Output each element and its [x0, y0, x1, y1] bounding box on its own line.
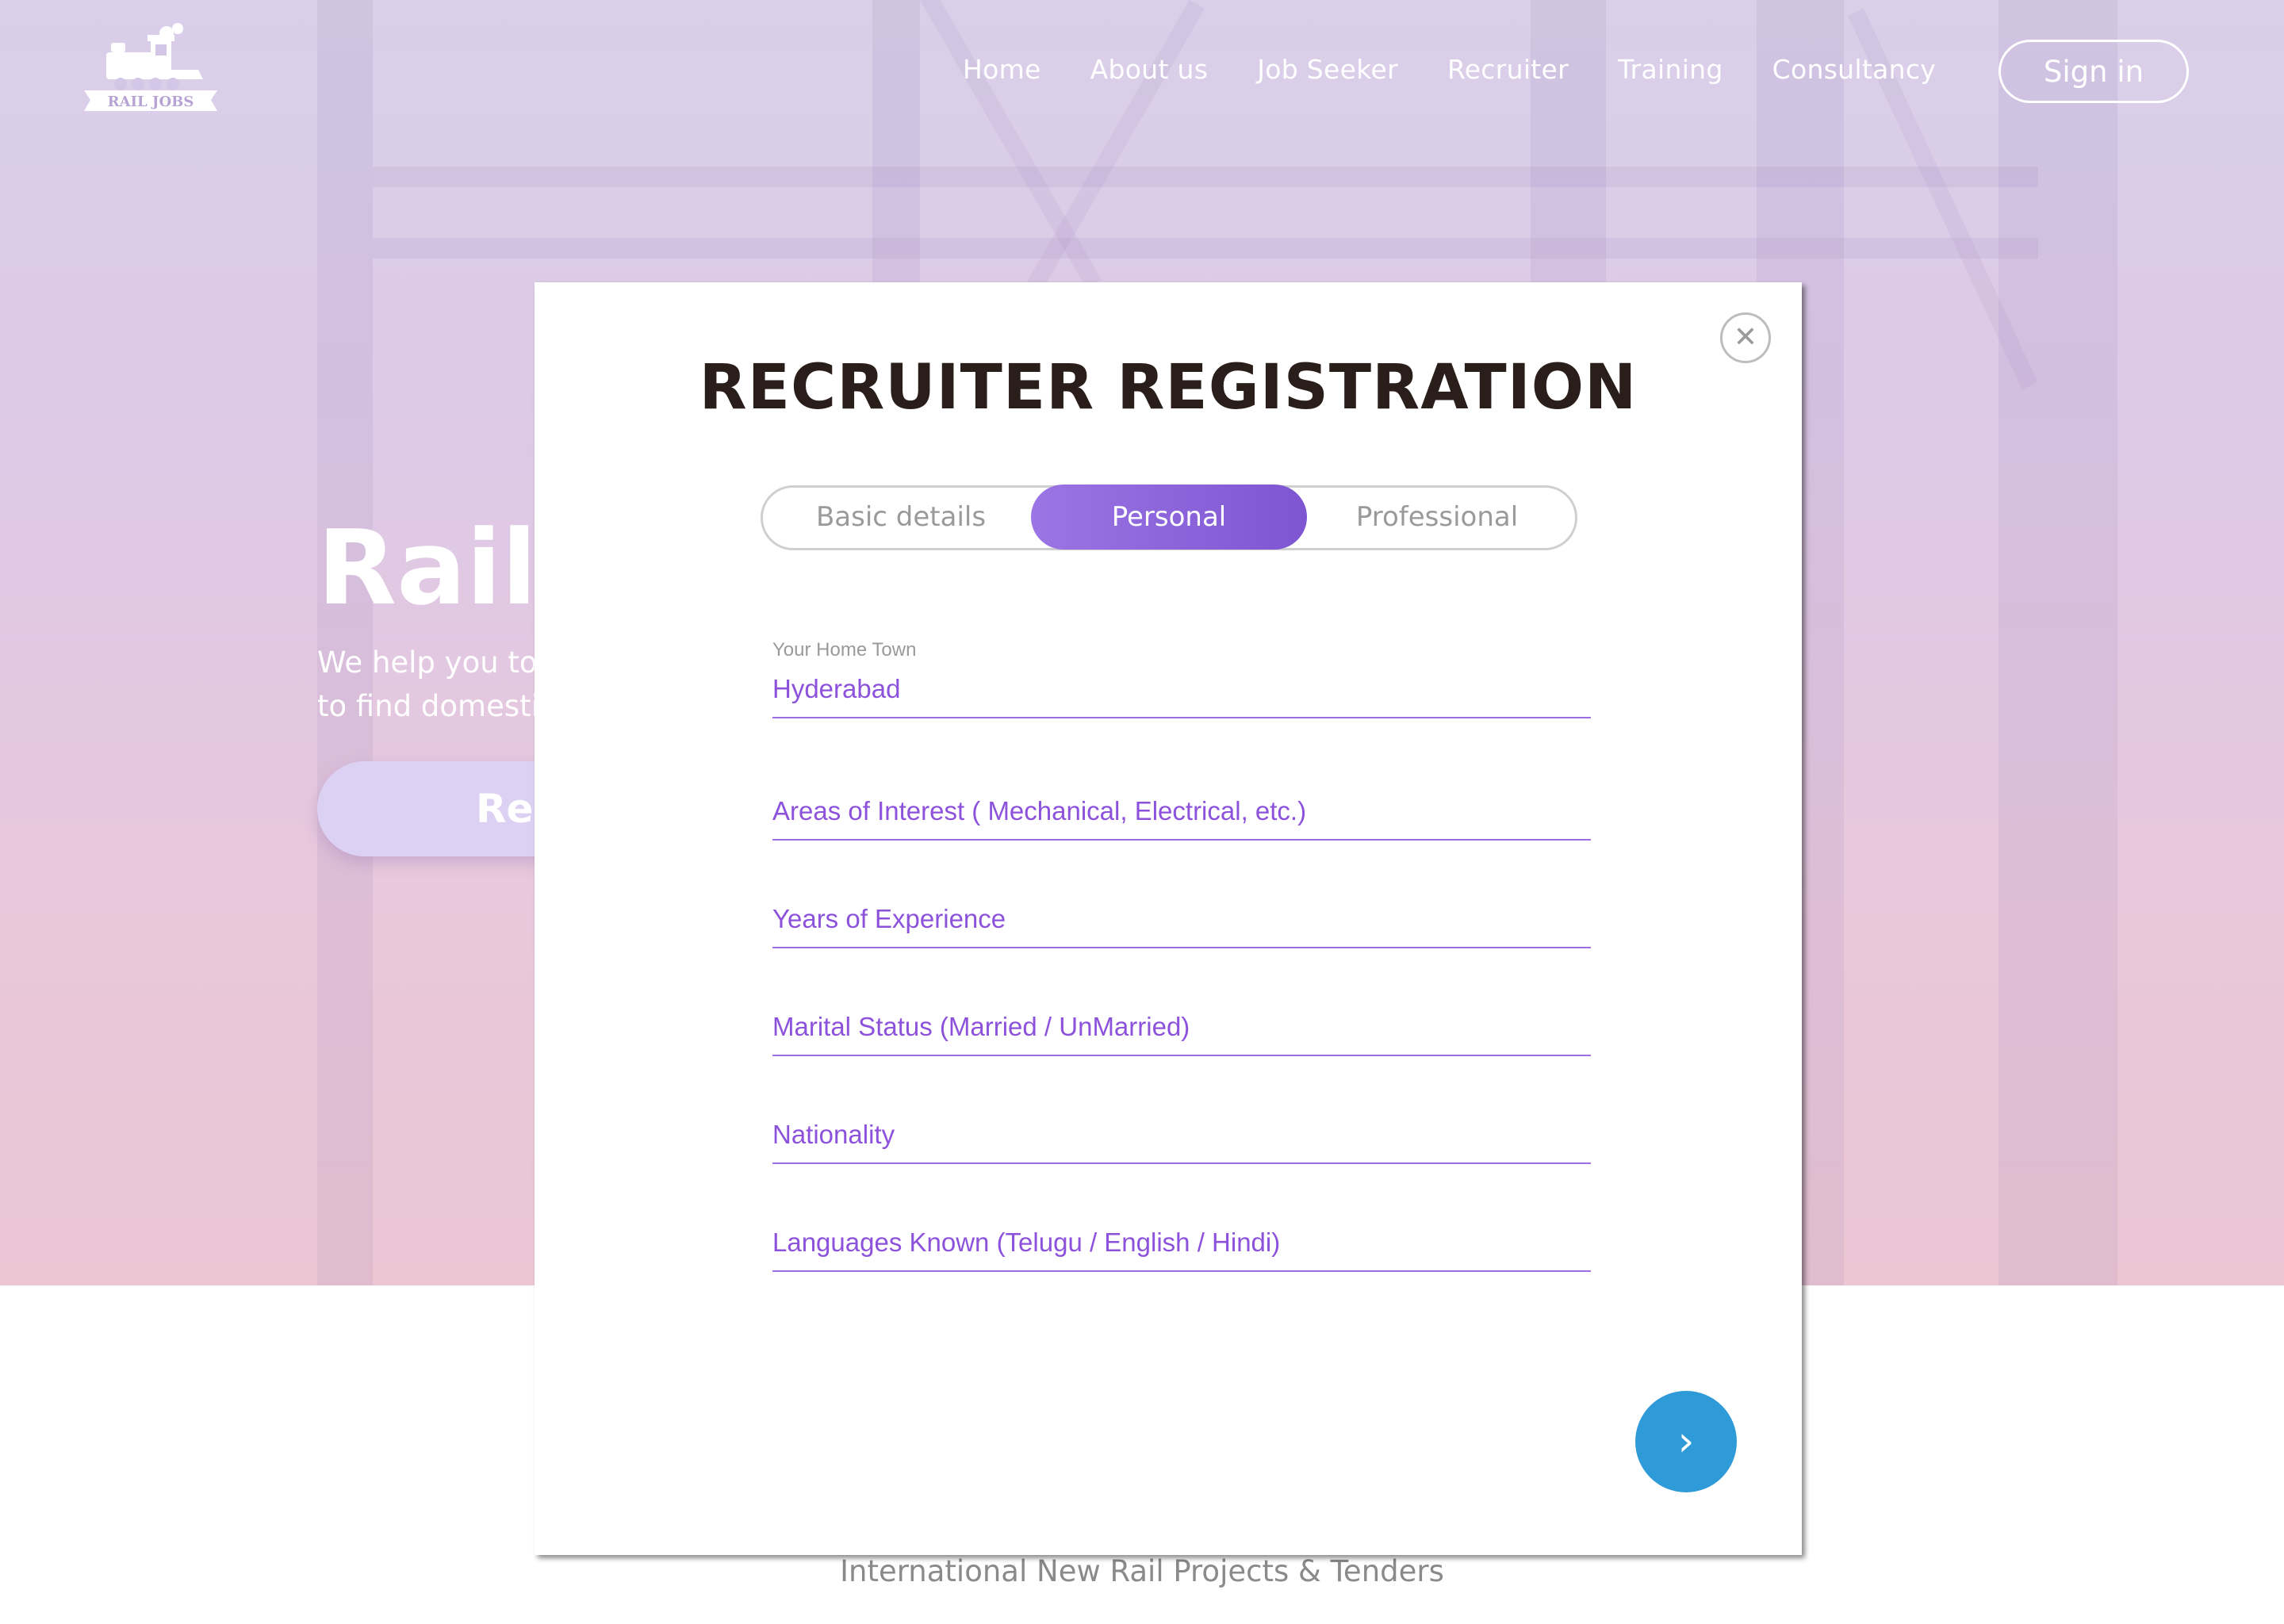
registration-tabs: Basic details Personal Professional — [761, 484, 1577, 550]
areas-of-interest-field — [772, 796, 1591, 841]
registration-modal: ✕ RECRUITER REGISTRATION Basic details P… — [535, 282, 1802, 1555]
languages-field — [772, 1228, 1591, 1272]
rail-jobs-logo[interactable]: RAIL JOBS — [79, 22, 222, 116]
nav-home-link[interactable]: Home — [963, 54, 1041, 85]
tab-professional[interactable]: Professional — [1299, 485, 1575, 550]
languages-input[interactable] — [772, 1228, 1591, 1272]
modal-title: RECRUITER REGISTRATION — [699, 352, 1638, 423]
nav-consultancy-link[interactable]: Consultancy — [1772, 54, 1936, 85]
svg-text:RAIL JOBS: RAIL JOBS — [108, 94, 194, 110]
home-town-input[interactable] — [772, 674, 1591, 718]
nav-recruiter-link[interactable]: Recruiter — [1447, 54, 1569, 85]
bridge-truss — [373, 167, 2038, 187]
nav-job-seeker-link[interactable]: Job Seeker — [1257, 54, 1398, 85]
marital-status-input[interactable] — [772, 1012, 1591, 1056]
tab-personal[interactable]: Personal — [1031, 484, 1307, 550]
next-step-button[interactable]: › — [1635, 1391, 1737, 1492]
home-town-field: Your Home Town — [772, 639, 1591, 718]
bridge-truss — [373, 238, 2038, 259]
main-nav: Home About us Job Seeker Recruiter Train… — [963, 54, 1985, 85]
train-logo-icon: RAIL JOBS — [84, 23, 217, 111]
sign-in-button[interactable]: Sign in — [1998, 40, 2189, 103]
experience-field — [772, 904, 1591, 948]
nationality-field — [772, 1120, 1591, 1164]
home-town-label: Your Home Town — [772, 639, 917, 661]
marital-status-field — [772, 1012, 1591, 1056]
experience-input[interactable] — [772, 904, 1591, 948]
areas-of-interest-input[interactable] — [772, 796, 1591, 841]
nationality-input[interactable] — [772, 1120, 1591, 1164]
chevron-right-icon: › — [1677, 1418, 1695, 1465]
tab-basic-details[interactable]: Basic details — [763, 485, 1039, 550]
nav-training-link[interactable]: Training — [1618, 54, 1723, 85]
bridge-beam — [1998, 0, 2117, 1285]
section-heading: International New Rail Projects & Tender… — [840, 1554, 1444, 1588]
nav-about-link[interactable]: About us — [1090, 54, 1209, 85]
